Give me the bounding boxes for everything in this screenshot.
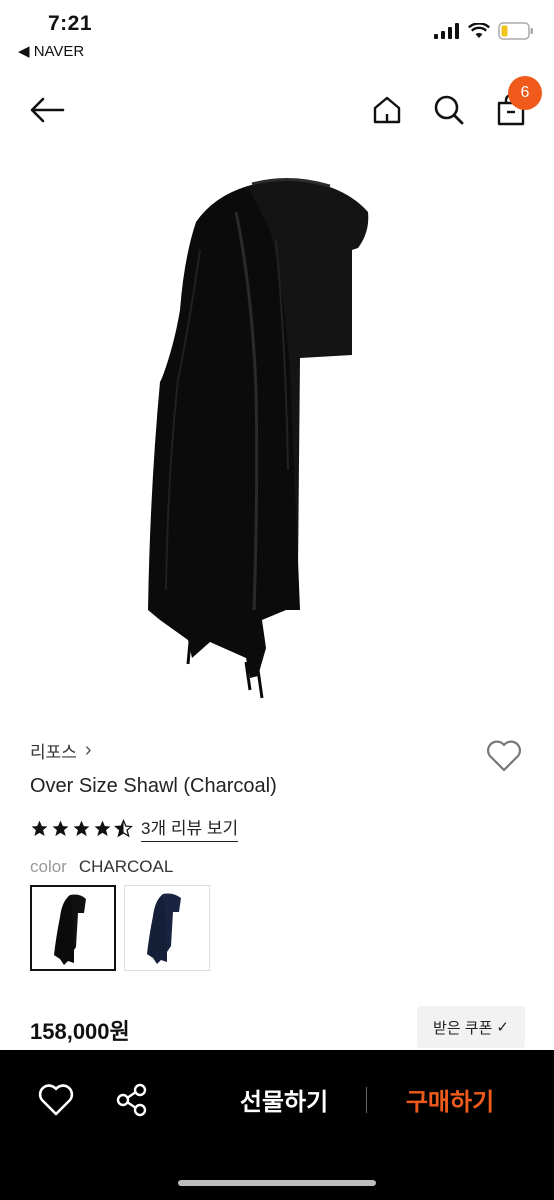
product-name: Over Size Shawl (Charcoal) <box>30 775 277 797</box>
coupon-label: 받은 쿠폰 <box>433 1019 493 1037</box>
status-time: 7:21 <box>48 12 93 35</box>
received-coupon-button[interactable]: 받은 쿠폰 ✓ <box>417 1006 525 1048</box>
heart-outline-icon <box>487 740 521 772</box>
share-icon <box>116 1083 147 1117</box>
home-icon <box>373 96 401 124</box>
search-icon <box>434 95 464 125</box>
brand-name: 리포스 <box>30 743 77 762</box>
arrow-left-icon <box>30 97 65 123</box>
bottom-wishlist-button[interactable] <box>36 1080 76 1120</box>
top-nav-bar <box>0 78 554 142</box>
chevron-right-icon: › <box>84 739 92 761</box>
star-icon <box>52 820 69 836</box>
color-swatch-navy[interactable] <box>124 885 210 971</box>
star-icon <box>94 820 111 836</box>
divider <box>366 1087 367 1113</box>
reviews-link[interactable]: 3개 리뷰 보기 <box>141 814 239 842</box>
back-button[interactable] <box>26 90 68 130</box>
swatch-thumbnail <box>147 893 181 964</box>
home-button[interactable] <box>366 90 408 130</box>
color-label: color <box>30 857 67 876</box>
heart-outline-icon <box>38 1084 74 1116</box>
signal-icon <box>434 23 459 39</box>
color-value: CHARCOAL <box>78 857 174 876</box>
gift-button[interactable]: 선물하기 <box>214 1076 354 1122</box>
status-bar: 7:21 ◀ NAVER <box>0 0 554 70</box>
wifi-icon <box>468 23 490 38</box>
product-image[interactable] <box>0 150 554 710</box>
search-button[interactable] <box>428 90 470 130</box>
product-price: 158,000원 <box>30 1019 130 1044</box>
star-icon <box>73 820 90 836</box>
back-to-app-link[interactable]: ◀ NAVER <box>18 42 84 60</box>
half-star-icon <box>114 818 133 837</box>
rating-row: 3개 리뷰 보기 <box>30 814 239 842</box>
status-icons <box>434 22 534 40</box>
brand-link[interactable]: 리포스 › <box>30 738 92 763</box>
swatch-thumbnail <box>54 894 86 965</box>
color-swatch-charcoal[interactable] <box>30 885 116 971</box>
star-icon <box>31 820 48 836</box>
check-icon: ✓ <box>496 1019 509 1036</box>
buy-button[interactable]: 구매하기 <box>380 1076 520 1122</box>
share-button[interactable] <box>112 1080 152 1120</box>
wishlist-button[interactable] <box>484 736 524 776</box>
home-indicator <box>178 1180 376 1186</box>
color-row: color CHARCOAL <box>30 857 173 877</box>
bottom-action-bar: 선물하기 구매하기 <box>0 1050 554 1200</box>
star-rating <box>30 818 133 838</box>
cart-count-badge: 6 <box>508 76 542 110</box>
battery-icon <box>498 22 533 40</box>
